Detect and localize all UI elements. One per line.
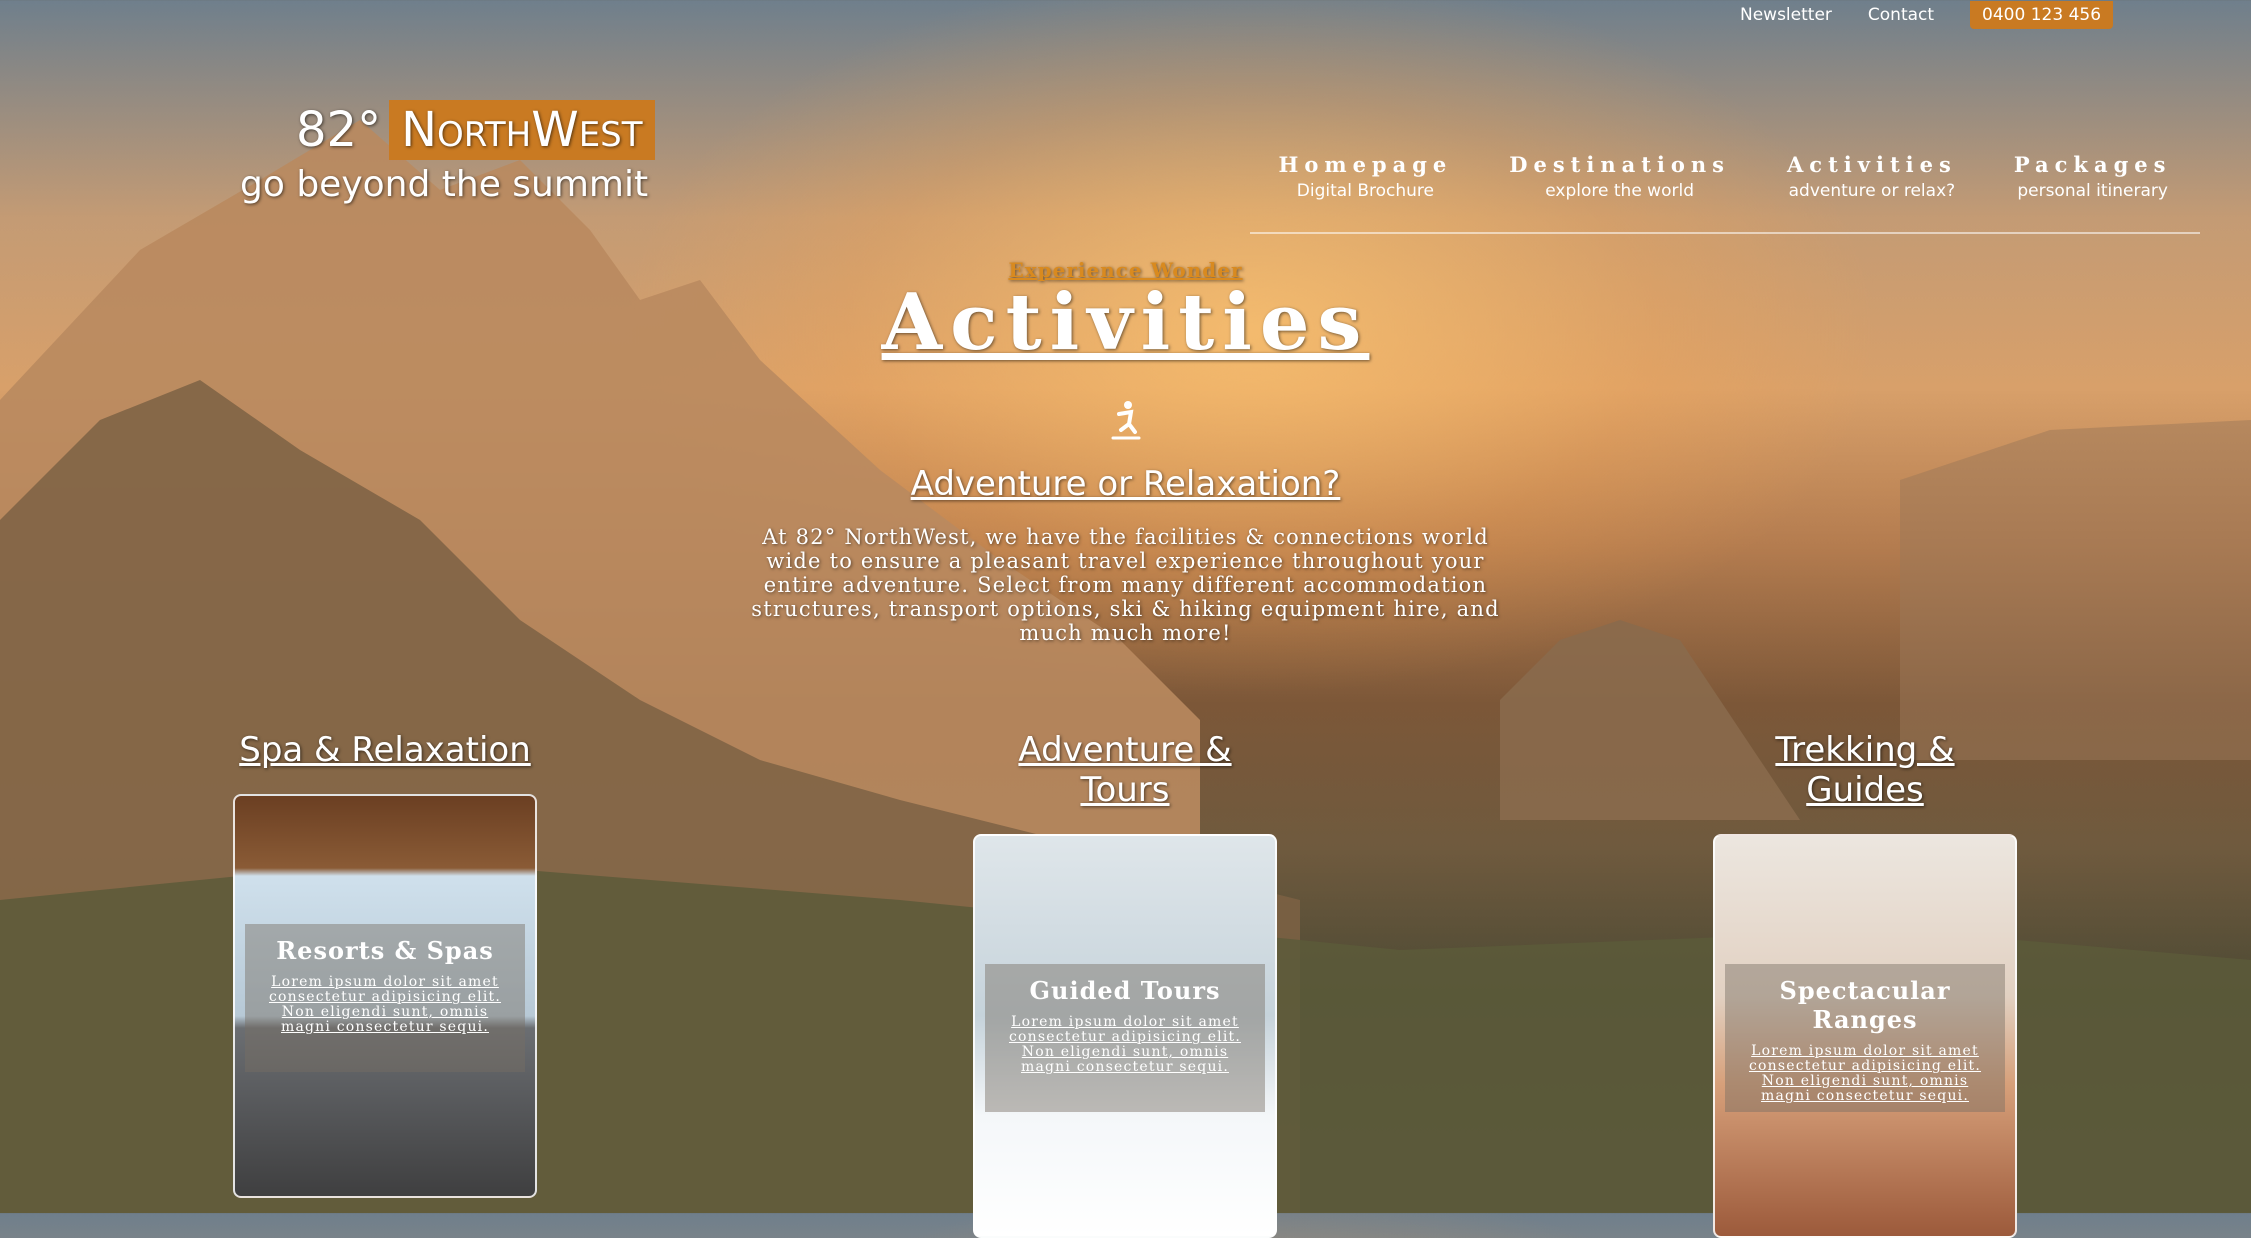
logo-brand: NorthWest	[389, 100, 655, 160]
card-caption: Resorts & Spas Lorem ipsum dolor sit ame…	[245, 924, 525, 1072]
nav-sublabel: explore the world	[1545, 181, 1694, 201]
nav-activities[interactable]: Activities adventure or relax?	[1787, 152, 1957, 232]
card-resorts-spas[interactable]: Resorts & Spas Lorem ipsum dolor sit ame…	[233, 794, 537, 1198]
column-title[interactable]: Trekking & Guides	[1713, 730, 2017, 810]
column-title[interactable]: Spa & Relaxation	[233, 730, 537, 770]
phone-link[interactable]: 0400 123 456	[1970, 1, 2114, 29]
card-title: Guided Tours	[1029, 976, 1221, 1005]
nav-sublabel: personal itinerary	[2017, 181, 2168, 201]
logo-degree: 82°	[296, 102, 382, 158]
nav-homepage[interactable]: Homepage Digital Brochure	[1279, 152, 1453, 232]
hero-section: Experience Wonder Activities Adventure o…	[0, 258, 2251, 646]
newsletter-link[interactable]: Newsletter	[1740, 5, 1832, 25]
logo-tagline: go beyond the summit	[240, 164, 649, 205]
card-title: Resorts & Spas	[276, 936, 494, 965]
card-spectacular-ranges[interactable]: Spectacular Ranges Lorem ipsum dolor sit…	[1713, 834, 2017, 1238]
nav-label: Activities	[1787, 152, 1957, 177]
column-spa: Spa & Relaxation Resorts & Spas Lorem ip…	[233, 730, 537, 1198]
column-title[interactable]: Adventure & Tours	[973, 730, 1277, 810]
card-caption: Guided Tours Lorem ipsum dolor sit amet …	[985, 964, 1265, 1112]
card-guided-tours[interactable]: Guided Tours Lorem ipsum dolor sit amet …	[973, 834, 1277, 1238]
nav-label: Destinations	[1509, 152, 1730, 177]
card-caption: Spectacular Ranges Lorem ipsum dolor sit…	[1725, 964, 2005, 1112]
contact-link[interactable]: Contact	[1868, 5, 1934, 25]
card-text[interactable]: Lorem ipsum dolor sit amet consectetur a…	[1725, 1043, 2005, 1104]
card-text[interactable]: Lorem ipsum dolor sit amet consectetur a…	[245, 974, 525, 1035]
nav-label: Packages	[2013, 152, 2172, 177]
column-trekking: Trekking & Guides Spectacular Ranges Lor…	[1713, 730, 2017, 1238]
nav-sublabel: Digital Brochure	[1296, 181, 1434, 201]
main-nav: Homepage Digital Brochure Destinations e…	[1250, 152, 2200, 234]
top-bar: Newsletter Contact 0400 123 456	[1740, 0, 2114, 30]
page-title: Activities	[881, 277, 1370, 368]
nav-destinations[interactable]: Destinations explore the world	[1509, 152, 1730, 232]
column-adventure: Adventure & Tours Guided Tours Lorem ips…	[973, 730, 1277, 1238]
nav-sublabel: adventure or relax?	[1788, 181, 1956, 201]
hero-question: Adventure or Relaxation?	[910, 463, 1341, 504]
nav-label: Homepage	[1278, 152, 1453, 177]
card-title: Spectacular Ranges	[1779, 976, 1951, 1034]
site-logo[interactable]: 82° NorthWest go beyond the summit	[240, 100, 655, 205]
nav-packages[interactable]: Packages personal itinerary	[2014, 152, 2172, 232]
hero-body-text: At 82° NorthWest, we have the facilities…	[751, 524, 1500, 645]
card-text[interactable]: Lorem ipsum dolor sit amet consectetur a…	[985, 1014, 1265, 1075]
skier-icon	[0, 400, 2251, 442]
logo-wordmark: 82° NorthWest	[240, 100, 655, 160]
